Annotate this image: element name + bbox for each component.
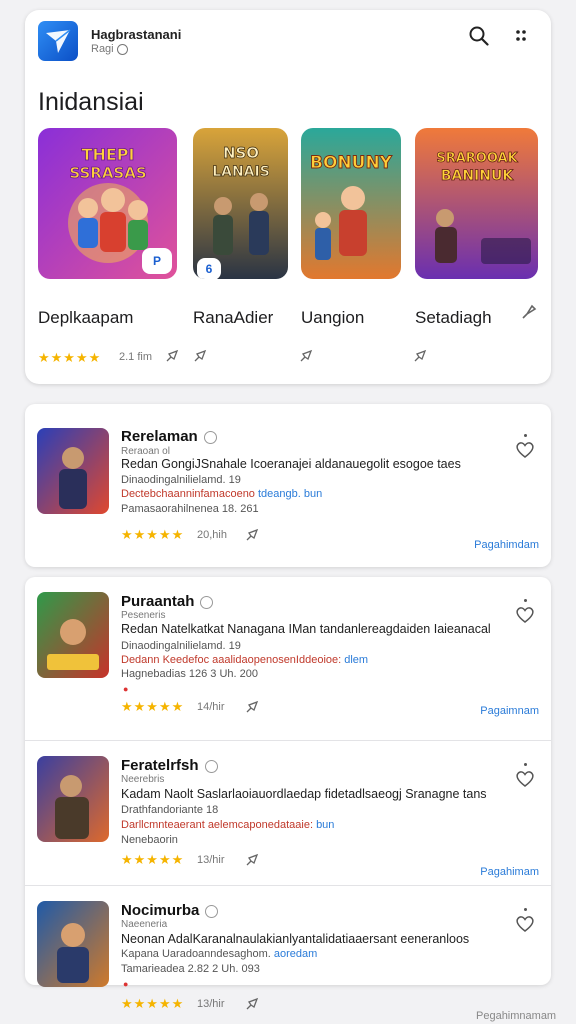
item-detail: Dectebchaanninfamacoeno tdeangb. bun (121, 488, 323, 500)
info-icon (204, 759, 218, 773)
heart-icon (516, 771, 534, 787)
featured-title-4[interactable]: Setadiagh (415, 308, 492, 328)
heart-icon (516, 442, 534, 458)
item-subtitle: Reraoan ol (121, 446, 170, 457)
svg-text:NSO: NSO (223, 144, 259, 162)
item-meta: 13/hir (197, 854, 225, 866)
app-logo[interactable] (38, 21, 78, 61)
featured-tile-4[interactable]: SRAROOAK BANINUK (415, 128, 538, 279)
game-thumbnail (37, 428, 109, 514)
share-icon[interactable] (245, 853, 259, 867)
section-title: Inidansiai (38, 88, 144, 116)
share-icon[interactable] (413, 349, 427, 363)
item-detail: Dinaodingalnilielamd. 19 (121, 474, 241, 486)
tile-badge: P (142, 248, 172, 274)
rating-stars: ★★★★★ (121, 996, 185, 1011)
game-art: NSO LANAIS (193, 128, 288, 279)
favorite-button[interactable] (515, 434, 535, 464)
svg-text:SSRASAS: SSRASAS (69, 164, 146, 182)
rating-stars: ★★★★★ (121, 699, 185, 714)
item-title[interactable]: Puraantah (121, 593, 214, 610)
item-link[interactable]: Pagahimam (480, 866, 539, 878)
item-title[interactable]: Rerelaman (121, 428, 217, 445)
svg-text:BONUNY: BONUNY (310, 153, 393, 173)
featured-card: Hagbrastanani Ragi Inidansiai THEPI SSRA… (25, 10, 551, 384)
item-link[interactable]: Pagahimdam (474, 539, 539, 551)
game-thumbnail (37, 901, 109, 987)
pin-icon[interactable] (519, 302, 539, 322)
heart-icon (516, 916, 534, 932)
item-detail: Tamarieadea 2.82 2 Uh. 093 (121, 963, 260, 975)
featured-title-1[interactable]: Deplkaapam (38, 308, 133, 328)
item-description: Redan GongiJSnahale Icoeranajei aldanaue… (121, 457, 461, 471)
share-icon[interactable] (299, 349, 313, 363)
item-title[interactable]: Nocimurba (121, 902, 219, 919)
featured-meta: 2.1 fim (119, 351, 153, 363)
app-subtitle: Ragi (91, 43, 128, 55)
item-detail: Nenebaorin (121, 834, 178, 846)
item-description: Neonan AdalKaranalnaulakianlyantalidatia… (121, 932, 470, 946)
item-title[interactable]: Feratelrfsh (121, 757, 218, 774)
info-icon (205, 904, 219, 918)
rating-stars: ★★★★★ (121, 852, 185, 867)
item-description: Redan Natelkatkat Nanagana IMan tandanle… (121, 622, 491, 636)
item-meta: 20,hih (197, 529, 227, 541)
item-description: Kadam Naolt Saslarlaoiauordlaedap fideta… (121, 787, 487, 801)
svg-text:SRAROOAK: SRAROOAK (436, 151, 518, 166)
svg-text:LANAIS: LANAIS (212, 164, 270, 180)
game-art: SRAROOAK BANINUK (415, 128, 538, 279)
favorite-button[interactable] (515, 908, 535, 938)
status-dot: ● (123, 979, 129, 989)
share-icon[interactable] (245, 997, 259, 1011)
favorite-button[interactable] (515, 763, 535, 793)
game-art: BONUNY (301, 128, 401, 279)
item-detail: Kapana Uaradoanndesaghom. aoredam (121, 948, 318, 960)
item-subtitle: Peseneris (121, 610, 166, 621)
item-detail: Dedann Keedefoc aaalidaopenosenIddeoioe:… (121, 654, 369, 666)
info-icon (116, 43, 128, 55)
item-detail: Pamasaorahilnenea 18. 261 (121, 503, 259, 515)
send-icon (46, 29, 71, 53)
list-item[interactable]: Feratelrfsh Neerebris Kadam Naolt Saslar… (25, 741, 551, 885)
item-detail: Hagnebadias 126 3 Uh. 200 (121, 668, 258, 680)
list-item[interactable]: Rerelaman Reraoan ol Redan GongiJSnahale… (25, 404, 551, 567)
item-meta: 14/hir (197, 701, 225, 713)
featured-title-2[interactable]: RanaAdier (193, 308, 273, 328)
featured-tile-3[interactable]: BONUNY (301, 128, 401, 279)
status-dot: ● (123, 684, 129, 694)
item-detail: Dinaodingalnilielamd. 19 (121, 640, 241, 652)
featured-tile-2[interactable]: NSO LANAIS 6 (193, 128, 288, 279)
game-thumbnail (37, 592, 109, 678)
share-icon[interactable] (165, 349, 179, 363)
share-icon[interactable] (245, 528, 259, 542)
list-item[interactable]: Nocimurba Naeeneria Neonan AdalKaranalna… (25, 886, 551, 1024)
info-icon (200, 595, 214, 609)
item-subtitle: Naeeneria (121, 919, 168, 930)
tile-badge: 6 (197, 258, 221, 279)
rating-stars: ★★★★★ (38, 350, 102, 365)
item-meta: 13/hir (197, 998, 225, 1010)
list-item[interactable]: Puraantah Peseneris Redan Natelkatkat Na… (25, 577, 551, 740)
search-icon[interactable] (469, 26, 489, 46)
item-detail: Drathfandoriante 18 (121, 804, 219, 816)
item-subtitle: Neerebris (121, 774, 165, 785)
item-detail: Darllcmnteaerant aelemcaponedataaie: bun (121, 819, 335, 831)
item-link[interactable]: Pagaimnam (480, 705, 539, 717)
featured-title-3[interactable]: Uangion (301, 308, 364, 328)
info-icon (203, 430, 217, 444)
footer-link[interactable]: Pegahimnamam (476, 1010, 556, 1022)
svg-text:BANINUK: BANINUK (441, 168, 515, 184)
share-icon[interactable] (245, 700, 259, 714)
heart-icon (516, 607, 534, 623)
rating-stars: ★★★★★ (121, 527, 185, 542)
share-icon[interactable] (193, 349, 207, 363)
favorite-button[interactable] (515, 599, 535, 629)
more-icon[interactable] (515, 28, 527, 44)
game-thumbnail (37, 756, 109, 842)
svg-text:THEPI: THEPI (82, 145, 135, 164)
featured-tile-1[interactable]: THEPI SSRASAS P (38, 128, 177, 279)
app-name: Hagbrastanani (91, 27, 182, 42)
